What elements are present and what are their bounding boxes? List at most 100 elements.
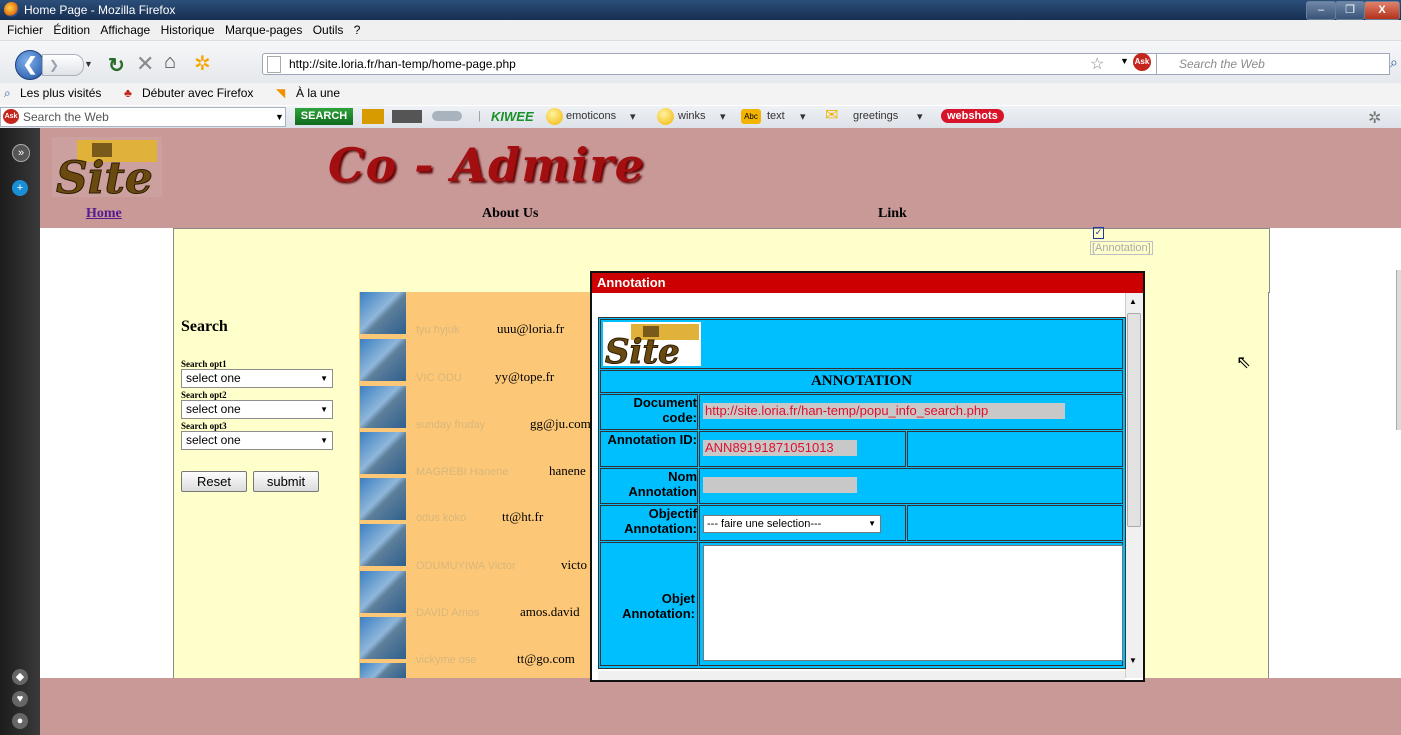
menu-affichage[interactable]: Affichage — [100, 23, 150, 37]
ask-search-field[interactable]: Ask Search the Web — [0, 107, 286, 127]
dialog-scroll-thumb[interactable] — [1127, 313, 1141, 527]
ask-search-placeholder: Search the Web — [23, 110, 109, 124]
user-name[interactable]: ODUMUYIWA Victor — [416, 560, 516, 572]
objectif-annotation-select[interactable]: --- faire une selection--- ▼ — [703, 515, 881, 533]
search-opt1-select[interactable]: select one ▼ — [181, 369, 333, 388]
dialog-horizontal-scrollbar[interactable] — [598, 671, 1125, 680]
url-dropdown-icon[interactable]: ▼ — [1120, 56, 1129, 66]
user-thumbnail[interactable] — [360, 571, 406, 613]
chevron-down-icon: ▼ — [320, 405, 328, 414]
chevron-down-icon: ▼ — [320, 436, 328, 445]
heart-icon[interactable]: ♥ — [12, 691, 28, 707]
tag-icon[interactable]: ◆ — [12, 669, 28, 685]
user-name[interactable]: odus koko — [416, 512, 466, 524]
bookmark-star-icon[interactable]: ☆ — [1090, 54, 1104, 74]
maximize-button[interactable]: ❐ — [1335, 1, 1365, 20]
nav-home-link[interactable]: Home — [86, 206, 122, 222]
menu-bar: Fichier Édition Affichage Historique Mar… — [0, 20, 1401, 41]
text-dropdown-icon[interactable]: ▾ — [800, 110, 806, 123]
close-button[interactable]: X — [1364, 1, 1400, 20]
scroll-up-icon[interactable]: ▲ — [1129, 297, 1137, 306]
user-thumbnail[interactable] — [360, 386, 406, 428]
site-brand-title: Co - Admire — [328, 138, 645, 192]
url-bar[interactable]: http://site.loria.fr/han-temp/home-page.… — [262, 53, 1284, 75]
user-thumbnail[interactable] — [360, 339, 406, 381]
nom-annotation-field[interactable] — [703, 477, 857, 493]
addon-icon[interactable]: ✲ — [194, 51, 211, 76]
winks-dropdown-icon[interactable]: ▾ — [720, 110, 726, 123]
annotation-id-field[interactable]: ANN89191871051013 — [703, 440, 857, 456]
winks-menu[interactable]: winks — [678, 110, 706, 122]
user-name[interactable]: sunday fruday — [416, 419, 485, 431]
reset-button[interactable]: Reset — [181, 471, 247, 492]
kiwee-logo[interactable]: KIWEE — [491, 109, 534, 124]
menu-help[interactable]: ? — [354, 23, 361, 37]
user-name[interactable]: VIC ODU — [416, 372, 462, 384]
user-email: yy@tope.fr — [495, 369, 555, 384]
menu-edition[interactable]: Édition — [53, 23, 90, 37]
search-opt2-select[interactable]: select one ▼ — [181, 400, 333, 419]
user-thumbnail[interactable] — [360, 617, 406, 659]
link-icon[interactable] — [432, 111, 462, 121]
emoticons-menu[interactable]: emoticons — [566, 110, 616, 122]
submit-button[interactable]: submit — [253, 471, 319, 492]
search-go-icon[interactable]: ⌕ — [1390, 54, 1398, 71]
user-name[interactable]: vickyme ose — [416, 654, 477, 666]
greetings-menu[interactable]: greetings — [853, 110, 898, 122]
back-button[interactable]: ❮ — [15, 50, 45, 80]
stop-icon[interactable]: ✕ — [136, 51, 154, 77]
gear-icon[interactable]: ✲ — [1368, 108, 1381, 128]
url-text: http://site.loria.fr/han-temp/home-page.… — [289, 57, 516, 71]
webshots-button[interactable]: webshots — [941, 109, 1004, 123]
winks-icon — [657, 108, 674, 125]
menu-marque-pages[interactable]: Marque-pages — [225, 23, 302, 37]
annotation-edit-icon[interactable]: ✓ — [1093, 227, 1104, 239]
nav-link-link[interactable]: Link — [878, 206, 907, 222]
search-box[interactable]: Search the Web — [1156, 53, 1390, 75]
bookmark-getting-started[interactable]: Débuter avec Firefox — [142, 86, 253, 100]
reload-icon[interactable]: ↻ — [108, 53, 125, 78]
toolbar-app-icon[interactable] — [362, 109, 384, 124]
bookmark-most-visited[interactable]: Les plus visités — [20, 86, 101, 100]
forward-button[interactable]: ❯ — [42, 54, 84, 76]
search-engine-icon[interactable]: Ask — [1133, 53, 1151, 71]
camera-icon[interactable] — [392, 110, 422, 123]
settings-icon[interactable]: ● — [12, 713, 28, 729]
site-logo: Site — [52, 137, 162, 197]
document-code-field[interactable]: http://site.loria.fr/han-temp/popu_info_… — [703, 403, 1065, 419]
ask-dropdown-icon[interactable]: ▼ — [275, 112, 284, 122]
user-name[interactable]: DAVID Amos — [416, 607, 479, 619]
user-name[interactable]: MAGREBI Hanene — [416, 466, 508, 478]
add-icon[interactable]: + — [12, 180, 28, 196]
user-name[interactable]: tyu hyjuk — [416, 324, 459, 336]
text-menu[interactable]: text — [767, 110, 785, 122]
user-thumbnail[interactable] — [360, 478, 406, 520]
user-thumbnail[interactable] — [360, 292, 406, 334]
objet-annotation-textarea[interactable] — [703, 545, 1123, 661]
greetings-dropdown-icon[interactable]: ▾ — [917, 110, 923, 123]
menu-historique[interactable]: Historique — [161, 23, 215, 37]
emoticons-dropdown-icon[interactable]: ▾ — [630, 110, 636, 123]
user-email: uuu@loria.fr — [497, 321, 565, 336]
nav-about-link[interactable]: About Us — [482, 206, 538, 222]
minimize-button[interactable]: – — [1306, 1, 1336, 20]
user-thumbnail[interactable] — [360, 524, 406, 566]
annotation-link[interactable]: [Annotation] — [1090, 241, 1153, 255]
objet-annotation-label: Objet Annotation: — [622, 591, 695, 621]
bookmark-a-la-une[interactable]: À la une — [296, 86, 340, 100]
ask-search-button[interactable]: SEARCH — [295, 108, 353, 125]
user-thumbnail[interactable] — [360, 432, 406, 474]
expand-icon[interactable]: » — [12, 144, 30, 162]
menu-fichier[interactable]: Fichier — [7, 23, 43, 37]
ask-toolbar: Ask Search the Web ▼ SEARCH | KIWEE emot… — [0, 106, 1401, 129]
scroll-down-icon[interactable]: ▼ — [1129, 656, 1137, 665]
ask-logo-icon: Ask — [3, 109, 19, 124]
objectif-annotation-label: Objectif Annotation: — [600, 505, 698, 541]
menu-outils[interactable]: Outils — [313, 23, 344, 37]
annotation-dialog-title[interactable]: Annotation — [592, 273, 1143, 293]
user-thumbnail[interactable] — [360, 663, 406, 678]
home-icon[interactable]: ⌂ — [164, 51, 176, 74]
search-opt3-select[interactable]: select one ▼ — [181, 431, 333, 450]
page-scrollbar[interactable] — [1396, 270, 1401, 430]
history-dropdown-icon[interactable]: ▼ — [84, 54, 98, 74]
